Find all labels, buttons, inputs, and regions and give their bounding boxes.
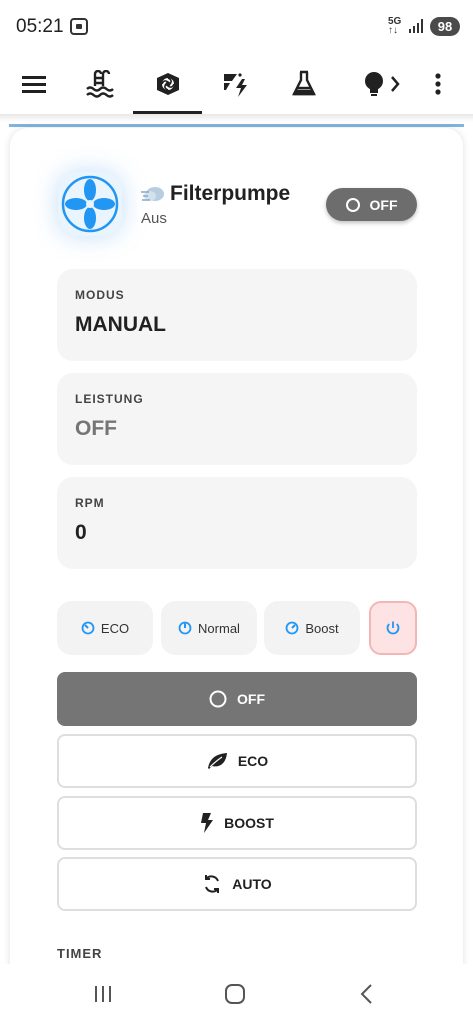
stat-value: OFF bbox=[75, 417, 117, 440]
circle-icon bbox=[345, 197, 360, 212]
stat-mode: MODUS MANUAL bbox=[57, 269, 417, 361]
stat-value: MANUAL bbox=[75, 313, 166, 336]
tab-pool[interactable] bbox=[70, 54, 130, 114]
fan-icon-container bbox=[58, 172, 122, 236]
stat-value: 0 bbox=[75, 521, 87, 544]
menu-icon bbox=[22, 76, 46, 93]
stat-label: RPM bbox=[75, 496, 105, 510]
signal-icon bbox=[409, 19, 423, 33]
power-off-button[interactable] bbox=[369, 601, 417, 655]
gauge-high-icon bbox=[285, 621, 299, 635]
pool-icon bbox=[86, 70, 114, 98]
power-toggle[interactable]: OFF bbox=[326, 188, 417, 221]
tab-lighting[interactable] bbox=[352, 54, 412, 114]
action-off-button[interactable]: OFF bbox=[57, 672, 417, 726]
action-label: BOOST bbox=[224, 815, 274, 831]
tab-solar[interactable] bbox=[206, 54, 266, 114]
action-boost-button[interactable]: BOOST bbox=[57, 796, 417, 850]
network-label: 5G ↑↓ bbox=[388, 16, 402, 36]
lightning-icon bbox=[201, 813, 214, 833]
stat-rpm: RPM 0 bbox=[57, 477, 417, 569]
stat-label: MODUS bbox=[75, 288, 125, 302]
back-button[interactable] bbox=[358, 983, 376, 1005]
device-name: Filterpumpe bbox=[170, 182, 291, 205]
toggle-label: OFF bbox=[369, 196, 398, 213]
wind-cloud-icon bbox=[141, 187, 164, 201]
refresh-icon bbox=[205, 875, 220, 893]
gauge-low-icon bbox=[81, 621, 95, 635]
action-label: OFF bbox=[237, 691, 265, 707]
tab-pump[interactable] bbox=[137, 54, 199, 114]
nav-shadow bbox=[0, 114, 473, 122]
mode-label: ECO bbox=[100, 620, 130, 636]
power-icon bbox=[386, 621, 400, 635]
more-options-button[interactable] bbox=[420, 54, 456, 114]
tab-chemistry[interactable] bbox=[274, 54, 334, 114]
mode-label: Normal bbox=[198, 620, 240, 636]
device-state: Aus bbox=[141, 210, 167, 227]
circle-icon bbox=[209, 690, 227, 708]
sun-lightning-icon bbox=[224, 73, 247, 97]
leaf-icon bbox=[207, 753, 227, 769]
device-title: Filterpumpe bbox=[140, 182, 290, 206]
lightbulb-icon bbox=[365, 72, 400, 96]
mode-label: Boost bbox=[305, 620, 339, 636]
recent-apps-button[interactable] bbox=[93, 984, 113, 1004]
menu-button[interactable] bbox=[10, 54, 58, 114]
status-time: 05:21 bbox=[16, 16, 64, 37]
battery-indicator: 98 bbox=[430, 17, 460, 36]
screenshot-icon bbox=[70, 18, 88, 35]
fan-icon bbox=[61, 175, 119, 233]
top-nav bbox=[0, 54, 473, 114]
action-auto-button[interactable]: AUTO bbox=[57, 857, 417, 911]
stat-power: LEISTUNG OFF bbox=[57, 373, 417, 465]
more-vert-icon bbox=[435, 73, 441, 95]
mode-boost-button[interactable]: Boost bbox=[264, 601, 360, 655]
accent-line bbox=[9, 124, 464, 127]
status-bar: 05:21 5G ↑↓ 98 bbox=[0, 0, 473, 54]
action-label: ECO bbox=[237, 753, 269, 769]
mode-eco-button[interactable]: ECO bbox=[57, 601, 153, 655]
pump-icon bbox=[157, 73, 179, 95]
action-eco-button[interactable]: ECO bbox=[57, 734, 417, 788]
home-button[interactable] bbox=[224, 983, 246, 1005]
system-navigation-bar bbox=[0, 964, 473, 1024]
mode-normal-button[interactable]: Normal bbox=[161, 601, 257, 655]
gauge-mid-icon bbox=[178, 621, 192, 635]
timer-heading: TIMER bbox=[57, 946, 103, 961]
flask-icon bbox=[292, 70, 316, 96]
action-label: AUTO bbox=[232, 876, 272, 892]
stat-label: LEISTUNG bbox=[75, 392, 144, 406]
